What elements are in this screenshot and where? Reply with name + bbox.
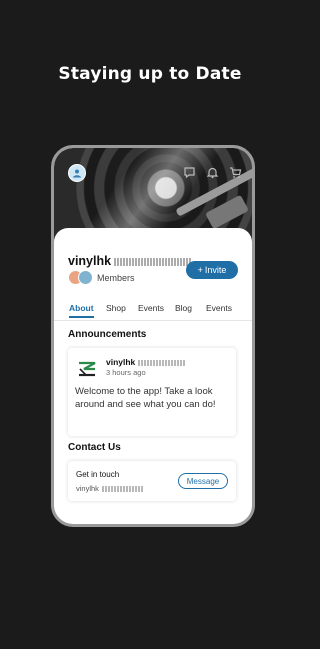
- members-row[interactable]: Members: [68, 270, 135, 285]
- tab-events-2[interactable]: Events: [206, 303, 232, 313]
- contact-card-subtitle: vinylhk: [76, 484, 144, 493]
- message-button[interactable]: Message: [178, 473, 228, 489]
- announcements-title: Announcements: [68, 329, 147, 340]
- plus-icon: +: [197, 265, 203, 275]
- tab-about[interactable]: About: [69, 303, 94, 318]
- announcement-post[interactable]: vinylhk 3 hours ago Welcome to the app! …: [68, 348, 236, 436]
- tab-events[interactable]: Events: [138, 303, 164, 313]
- vinylhk-logo: [76, 358, 98, 380]
- contact-title: Contact Us: [68, 442, 121, 453]
- tab-blog[interactable]: Blog: [175, 303, 192, 313]
- contact-card-title: Get in touch: [76, 470, 120, 479]
- post-text: Welcome to the app! Take a look around a…: [75, 386, 216, 410]
- promo-headline: Staying up to Date: [58, 64, 242, 84]
- invite-button[interactable]: + Invite: [186, 261, 238, 279]
- member-avatar: [78, 270, 93, 285]
- phone-frame: vinylhk + Invite Members About Shop Even…: [51, 145, 255, 527]
- site-title: vinylhk: [68, 254, 193, 268]
- title-decoration: [114, 257, 193, 266]
- post-timestamp: 3 hours ago: [106, 368, 146, 377]
- cart-icon[interactable]: [229, 166, 242, 179]
- top-icons: [183, 166, 242, 179]
- tab-bar: About Shop Events Blog Events: [54, 298, 252, 321]
- chat-icon[interactable]: [183, 166, 196, 179]
- bell-icon[interactable]: [206, 166, 219, 179]
- tab-shop[interactable]: Shop: [106, 303, 126, 313]
- app-screen: vinylhk + Invite Members About Shop Even…: [54, 148, 252, 524]
- contact-card: Get in touch vinylhk Message: [68, 461, 236, 501]
- post-author: vinylhk: [106, 357, 187, 367]
- profile-icon[interactable]: [68, 164, 86, 182]
- profile-card: vinylhk + Invite Members About Shop Even…: [54, 228, 252, 524]
